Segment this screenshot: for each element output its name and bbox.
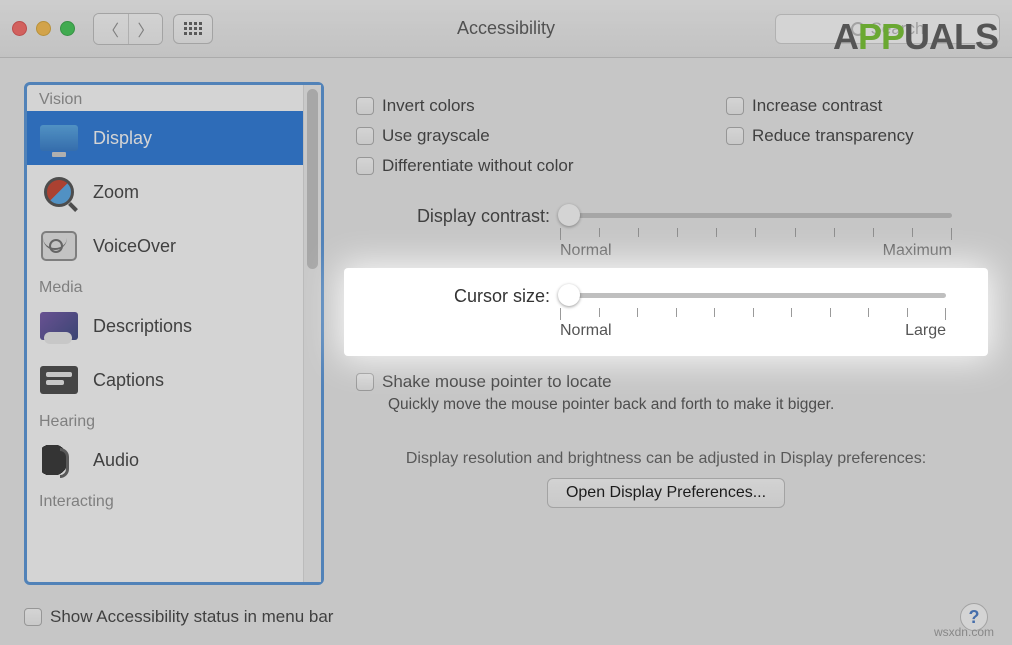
chevron-left-icon: 〈 — [103, 17, 119, 41]
option-shake-pointer: Shake mouse pointer to locate Quickly mo… — [356, 368, 982, 414]
slider-max-label: Large — [905, 322, 946, 340]
footer-show-status-label: Show Accessibility status in menu bar — [50, 607, 333, 627]
show-all-button[interactable] — [173, 14, 213, 44]
cursor-size-row: Cursor size: Normal Large — [400, 284, 976, 340]
resolution-note: Display resolution and brightness can be… — [350, 450, 982, 508]
grid-icon — [184, 22, 202, 35]
watermark-part: A — [833, 16, 858, 58]
window-controls — [12, 21, 75, 36]
accessibility-window: 〈 〉 Accessibility Search Vision Display — [0, 0, 1012, 645]
descriptions-icon — [39, 309, 79, 343]
slider-knob[interactable] — [558, 204, 580, 226]
option-reduce-transparency[interactable]: Reduce transparency — [726, 126, 982, 146]
option-differentiate[interactable]: Differentiate without color — [356, 156, 982, 176]
forward-button[interactable]: 〉 — [128, 14, 162, 44]
content-area: Vision Display Zoom VoiceOver Media Desc… — [0, 58, 1012, 593]
option-invert-colors[interactable]: Invert colors — [356, 96, 726, 116]
watermark-brand: APPUALS — [833, 16, 998, 58]
slider-ticks — [560, 308, 946, 320]
checkbox-icon[interactable] — [356, 157, 374, 175]
category-media: Media — [27, 273, 303, 299]
sidebar-item-label: Descriptions — [93, 316, 192, 337]
checkbox-icon[interactable] — [726, 127, 744, 145]
zoom-icon — [39, 175, 79, 209]
option-use-grayscale[interactable]: Use grayscale — [356, 126, 726, 146]
slider-track[interactable] — [560, 204, 952, 226]
sidebar-item-zoom[interactable]: Zoom — [27, 165, 303, 219]
display-contrast-slider[interactable]: Normal Maximum — [560, 204, 982, 260]
cursor-size-label: Cursor size: — [400, 284, 560, 307]
display-contrast-label: Display contrast: — [400, 204, 560, 227]
checkbox-icon[interactable] — [726, 97, 744, 115]
sidebar-scroll: Vision Display Zoom VoiceOver Media Desc… — [27, 85, 303, 582]
back-button[interactable]: 〈 — [94, 14, 128, 44]
slider-knob[interactable] — [558, 284, 580, 306]
sidebar-item-captions[interactable]: Captions — [27, 353, 303, 407]
sidebar-item-label: Display — [93, 128, 152, 149]
resolution-note-text: Display resolution and brightness can be… — [350, 450, 982, 468]
voiceover-icon — [39, 229, 79, 263]
sidebar-scrollbar[interactable] — [303, 85, 321, 582]
footer-bar: Show Accessibility status in menu bar ? — [0, 593, 1012, 645]
category-hearing: Hearing — [27, 407, 303, 433]
captions-icon — [39, 363, 79, 397]
option-label: Reduce transparency — [752, 126, 914, 146]
slider-min-label: Normal — [560, 242, 612, 260]
slider-max-label: Maximum — [883, 242, 952, 260]
category-sidebar: Vision Display Zoom VoiceOver Media Desc… — [24, 82, 324, 585]
sidebar-item-label: VoiceOver — [93, 236, 176, 257]
chevron-right-icon: 〉 — [137, 17, 153, 41]
slider-min-label: Normal — [560, 322, 612, 340]
cursor-size-highlight: Cursor size: Normal Large — [344, 268, 988, 356]
sidebar-item-audio[interactable]: Audio — [27, 433, 303, 487]
option-label: Invert colors — [382, 96, 475, 116]
sidebar-item-label: Zoom — [93, 182, 139, 203]
scroll-thumb[interactable] — [307, 89, 318, 269]
display-icon — [39, 121, 79, 155]
category-vision: Vision — [27, 85, 303, 111]
checkbox-icon[interactable] — [356, 127, 374, 145]
sidebar-item-voiceover[interactable]: VoiceOver — [27, 219, 303, 273]
checkbox-icon[interactable] — [24, 608, 42, 626]
category-interacting: Interacting — [27, 487, 303, 513]
slider-ticks — [560, 228, 952, 240]
sidebar-item-display[interactable]: Display — [27, 111, 303, 165]
sidebar-item-label: Captions — [93, 370, 164, 391]
display-contrast-row: Display contrast: Normal Maximum — [400, 204, 982, 260]
display-settings-panel: Invert colors Increase contrast Use gray… — [344, 82, 988, 585]
sidebar-item-label: Audio — [93, 450, 139, 471]
checkbox-icon[interactable] — [356, 97, 374, 115]
checkbox-icon[interactable] — [356, 373, 374, 391]
watermark-url: wsxdn.com — [934, 625, 994, 639]
watermark-part: UALS — [904, 16, 998, 58]
option-label: Differentiate without color — [382, 156, 574, 176]
shake-checkbox-row[interactable]: Shake mouse pointer to locate — [356, 372, 982, 392]
slider-track[interactable] — [560, 284, 946, 306]
sidebar-item-descriptions[interactable]: Descriptions — [27, 299, 303, 353]
shake-hint: Quickly move the mouse pointer back and … — [388, 396, 982, 414]
nav-buttons: 〈 〉 — [93, 13, 163, 45]
top-options-grid: Invert colors Increase contrast Use gray… — [356, 92, 982, 180]
option-label: Use grayscale — [382, 126, 490, 146]
watermark-part: PP — [858, 16, 904, 58]
slider-range-labels: Normal Maximum — [560, 242, 952, 260]
slider-range-labels: Normal Large — [560, 322, 946, 340]
cursor-size-slider[interactable]: Normal Large — [560, 284, 976, 340]
open-display-prefs-button[interactable]: Open Display Preferences... — [547, 478, 785, 508]
minimize-icon[interactable] — [36, 21, 51, 36]
close-icon[interactable] — [12, 21, 27, 36]
option-increase-contrast[interactable]: Increase contrast — [726, 96, 982, 116]
option-label: Shake mouse pointer to locate — [382, 372, 612, 392]
zoom-window-icon[interactable] — [60, 21, 75, 36]
audio-icon — [39, 443, 79, 477]
option-label: Increase contrast — [752, 96, 882, 116]
